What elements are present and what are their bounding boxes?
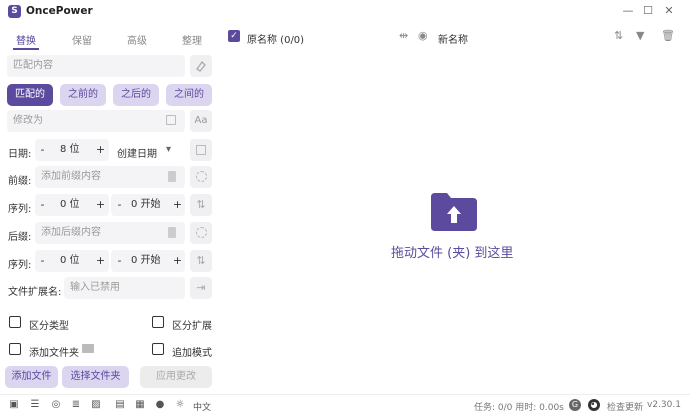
- distinguish-ext-checkbox[interactable]: [152, 316, 164, 328]
- tab-organize[interactable]: 整理: [182, 32, 202, 47]
- seq-digits-minus-button[interactable]: -: [36, 194, 49, 216]
- bulb-icon[interactable]: ●: [154, 399, 166, 411]
- calendar-icon: [196, 145, 206, 155]
- seq-start-plus-button[interactable]: +: [171, 194, 184, 216]
- suffix-label: 后缀:: [8, 232, 32, 243]
- tab-advanced[interactable]: 高级: [127, 32, 147, 47]
- active-tab-indicator: [13, 48, 39, 50]
- extension-label: 文件扩展名:: [8, 287, 62, 298]
- select-all-checkbox[interactable]: ✓: [228, 30, 240, 42]
- trash-icon[interactable]: 🗑: [661, 29, 675, 42]
- file-icon[interactable]: [168, 227, 176, 238]
- document-icon[interactable]: ▤: [114, 399, 126, 411]
- file-icon[interactable]: [168, 171, 176, 182]
- seq2-digits-value: 0 位: [60, 255, 80, 266]
- tab-keep[interactable]: 保留: [72, 32, 92, 47]
- seq2-digits-minus-button[interactable]: -: [36, 250, 49, 272]
- chevron-down-icon[interactable]: ▾: [166, 144, 171, 155]
- add-file-button[interactable]: 添加文件: [5, 366, 58, 388]
- distinguish-type-label: 区分类型: [29, 321, 69, 332]
- eraser-button[interactable]: [190, 55, 212, 77]
- calendar-icon[interactable]: ▦: [134, 399, 146, 411]
- refresh-icon: [195, 227, 207, 238]
- save-icon[interactable]: ▣: [8, 399, 20, 411]
- folder-icon: [82, 344, 94, 353]
- date-digits-value: 8 位: [60, 144, 80, 155]
- mode-before[interactable]: 之前的: [60, 84, 106, 106]
- app-logo-icon: S: [8, 5, 21, 18]
- filter-icon[interactable]: ▼: [636, 29, 644, 42]
- date-calendar-button[interactable]: [190, 139, 212, 161]
- left-panel: 替换 保留 高级 整理 匹配内容 匹配的 之前的 之后的 之间的 修改为 Aa …: [0, 24, 217, 394]
- append-mode-label: 追加模式: [172, 348, 212, 359]
- sequence-label-2: 序列:: [8, 260, 32, 271]
- seq2-start-plus-button[interactable]: +: [171, 250, 184, 272]
- app-title: OncePower: [26, 5, 93, 17]
- compare-icon[interactable]: ⇹: [399, 29, 408, 42]
- sort-icon[interactable]: ⇅: [614, 29, 623, 42]
- extension-input[interactable]: 输入已禁用: [64, 277, 185, 299]
- date-label: 日期:: [8, 149, 32, 160]
- distinguish-ext-label: 区分扩展: [172, 321, 212, 332]
- upload-folder-icon[interactable]: [431, 193, 477, 231]
- sequence-label: 序列:: [8, 204, 32, 215]
- eye-icon[interactable]: ◉: [418, 29, 428, 42]
- seq-digits-value: 0 位: [60, 199, 80, 210]
- refresh-icon: [195, 171, 207, 182]
- seq-digits-plus-button[interactable]: +: [94, 194, 107, 216]
- add-folder-checkbox[interactable]: [9, 343, 21, 355]
- seq-link-button[interactable]: ⇅: [190, 194, 212, 216]
- image-icon[interactable]: ▨: [90, 399, 102, 411]
- suffix-refresh-button[interactable]: [190, 222, 212, 244]
- apply-changes-button[interactable]: 应用更改: [140, 366, 212, 388]
- calendar-icon[interactable]: [166, 115, 176, 125]
- replace-input[interactable]: 修改为: [7, 110, 185, 132]
- theme-sun-icon[interactable]: ☼: [174, 399, 186, 411]
- version-text: v2.30.1: [647, 400, 681, 410]
- seq2-link-button[interactable]: ⇅: [190, 250, 212, 272]
- drop-zone-text: 拖动文件 (夹) 到这里: [391, 246, 514, 261]
- seq2-start-value: 0 开始: [131, 255, 161, 266]
- prefix-label: 前缀:: [8, 176, 32, 187]
- status-bar: ▣ ☰ ◎ ≣ ▨ ▤ ▦ ● ☼ 中文 任务: 0/0 用时: 0.00s G…: [0, 394, 690, 416]
- date-minus-button[interactable]: -: [36, 139, 49, 161]
- case-toggle-button[interactable]: Aa: [190, 110, 212, 132]
- mode-between[interactable]: 之间的: [166, 84, 212, 106]
- mode-matched[interactable]: 匹配的: [7, 84, 53, 106]
- close-button[interactable]: ✕: [661, 4, 677, 18]
- new-name-header: 新名称: [438, 35, 468, 46]
- list-icon[interactable]: ≣: [70, 399, 82, 411]
- language-switch[interactable]: 中文: [193, 400, 211, 413]
- title-bar: S OncePower — ☐ ✕: [0, 0, 690, 24]
- log-icon[interactable]: ☰: [29, 399, 41, 411]
- extension-toggle-button[interactable]: ⇥: [190, 277, 212, 299]
- mode-after[interactable]: 之后的: [113, 84, 159, 106]
- tab-replace[interactable]: 替换: [16, 32, 36, 47]
- distinguish-type-checkbox[interactable]: [9, 316, 21, 328]
- prefix-refresh-button[interactable]: [190, 166, 212, 188]
- suffix-input[interactable]: 添加后缀内容: [35, 222, 185, 244]
- date-type-select[interactable]: 创建日期: [117, 145, 157, 160]
- match-input[interactable]: 匹配内容: [7, 55, 185, 77]
- maximize-button[interactable]: ☐: [640, 4, 656, 18]
- seq-start-minus-button[interactable]: -: [113, 194, 126, 216]
- append-mode-checkbox[interactable]: [152, 343, 164, 355]
- history-icon[interactable]: ◎: [50, 399, 62, 411]
- seq2-start-minus-button[interactable]: -: [113, 250, 126, 272]
- google-icon[interactable]: G: [569, 399, 581, 411]
- eraser-icon: [196, 60, 206, 72]
- date-plus-button[interactable]: +: [94, 139, 107, 161]
- task-status-text: 任务: 0/0 用时: 0.00s: [474, 403, 564, 413]
- check-update-link[interactable]: 检查更新: [607, 400, 643, 413]
- github-icon[interactable]: ◕: [588, 399, 600, 411]
- seq2-digits-plus-button[interactable]: +: [94, 250, 107, 272]
- prefix-input[interactable]: 添加前缀内容: [35, 166, 185, 188]
- original-name-header: 原名称 (0/0): [247, 35, 305, 46]
- select-folder-button[interactable]: 选择文件夹: [62, 366, 129, 388]
- seq-start-value: 0 开始: [131, 199, 161, 210]
- add-folder-label: 添加文件夹: [29, 348, 79, 359]
- minimize-button[interactable]: —: [620, 4, 636, 18]
